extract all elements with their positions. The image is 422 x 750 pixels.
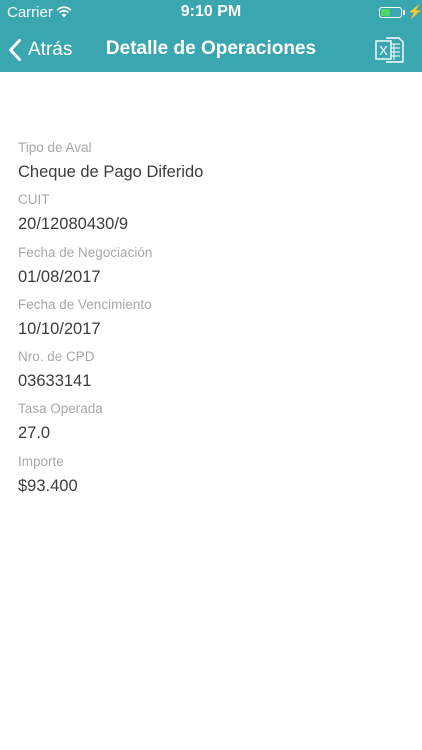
field-value: 27.0: [18, 424, 51, 443]
field-label: Importe: [18, 453, 64, 469]
field-fecha-negociacion: Fecha de Negociación 01/08/2017: [18, 245, 408, 297]
field-label: Fecha de Vencimiento: [18, 296, 152, 312]
chevron-left-icon: [9, 39, 21, 61]
field-tasa-operada: Tasa Operada 27.0: [18, 401, 408, 453]
back-button[interactable]: Atrás: [8, 28, 72, 72]
battery-level-fill: [381, 9, 390, 16]
field-tipo-de-aval: Tipo de Aval Cheque de Pago Diferido: [18, 140, 408, 192]
field-value: 10/10/2017: [18, 319, 101, 338]
operation-details: Tipo de Aval Cheque de Pago Diferido CUI…: [18, 140, 408, 506]
field-label: Nro. de CPD: [18, 349, 95, 365]
field-nro-cpd: Nro. de CPD 03633141: [18, 349, 408, 401]
field-value: 03633141: [18, 372, 92, 391]
field-label: Fecha de Negociación: [18, 244, 153, 260]
battery-nub: [403, 10, 405, 15]
export-excel-button[interactable]: X: [373, 33, 407, 67]
excel-icon: X: [375, 37, 404, 63]
field-label: Tasa Operada: [18, 401, 103, 417]
battery-icon: [379, 7, 402, 18]
excel-icon-letter: X: [379, 43, 388, 58]
field-value: 20/12080430/9: [18, 215, 129, 234]
field-value: $93.400: [18, 476, 78, 495]
field-value: Cheque de Pago Diferido: [18, 163, 204, 181]
field-fecha-vencimiento: Fecha de Vencimiento 10/10/2017: [18, 297, 408, 349]
field-label: CUIT: [18, 192, 50, 208]
back-label: Atrás: [28, 39, 73, 60]
field-importe: Importe $93.400: [18, 454, 408, 506]
field-cuit: CUIT 20/12080430/9: [18, 192, 408, 244]
field-value: 01/08/2017: [18, 267, 101, 286]
clock: 9:10 PM: [180, 3, 242, 20]
field-label: Tipo de Aval: [18, 140, 92, 155]
navigation-bar: Atrás Detalle de Operaciones X: [0, 28, 422, 72]
status-bar: Carrier 9:10 PM ⚡: [0, 0, 422, 28]
charging-bolt-icon: ⚡: [407, 4, 422, 19]
